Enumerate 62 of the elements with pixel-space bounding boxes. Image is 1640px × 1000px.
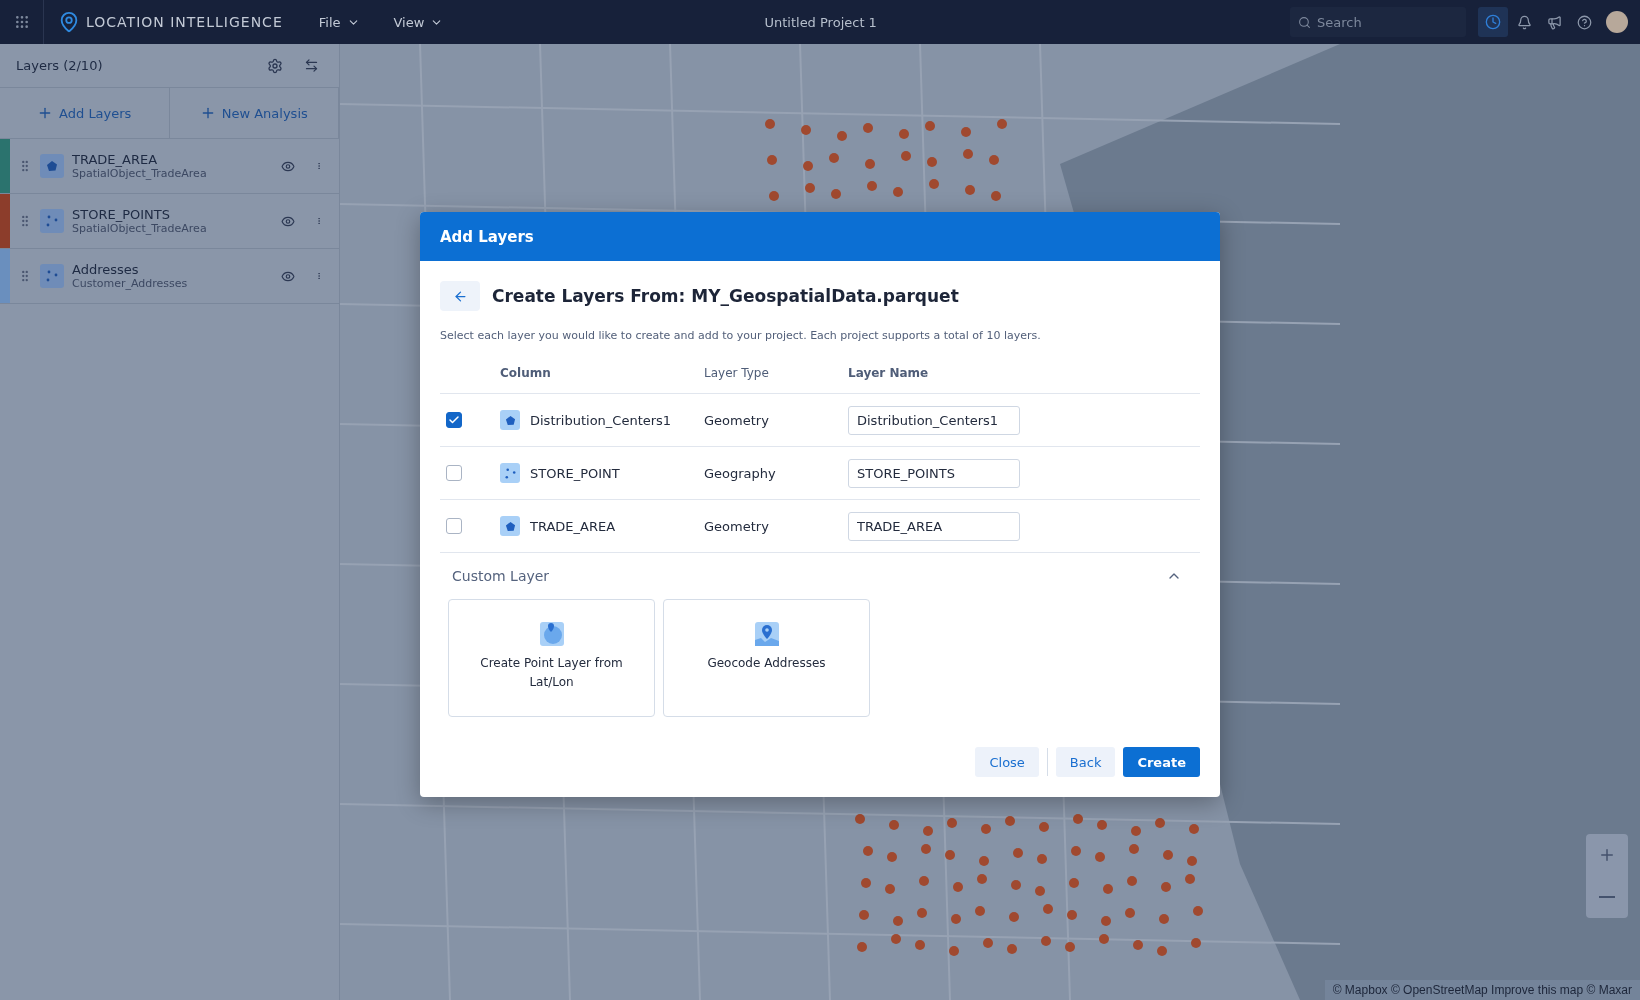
dialog-button[interactable]: Back	[1055, 747, 1116, 777]
table-cell-text: Geometry	[704, 518, 770, 534]
row-checkbox[interactable]	[446, 412, 462, 428]
map-pin-logo-icon	[58, 11, 80, 33]
back-arrow-button[interactable]	[440, 281, 480, 311]
add-action-button[interactable]: Add Layers	[0, 88, 170, 138]
bell-icon	[1516, 14, 1532, 30]
layer-source: SpatialObject_TradeArea	[72, 167, 208, 180]
points-icon	[45, 269, 59, 283]
table-cell-text: Geography	[704, 465, 777, 481]
layer-name: STORE_POINTS	[72, 207, 171, 222]
dialog-heading: Create Layers From: MY_GeospatialData.parquet	[492, 286, 959, 306]
help-icon	[1576, 14, 1592, 30]
plus-icon	[1598, 846, 1616, 864]
layer-name: TRADE_AREA	[72, 152, 159, 167]
layer-name: Addresses	[72, 262, 140, 277]
grid-icon	[13, 14, 30, 30]
table-cell: TRADE_AREA	[530, 518, 616, 534]
column-header: Column	[500, 365, 552, 380]
menu-button[interactable]: File	[312, 13, 366, 31]
points-icon	[45, 214, 59, 228]
layer-item[interactable]: TRADE_AREA SpatialObject_TradeArea	[0, 139, 339, 194]
map-attribution: © Mapbox © OpenStreetMap Improve this map © Maxar	[1324, 980, 1640, 1000]
row-checkbox[interactable]	[446, 465, 462, 481]
column-header: Layer Type	[704, 365, 770, 380]
menu-button[interactable]: View	[387, 13, 450, 31]
clock-button[interactable]	[1478, 7, 1508, 37]
left-right-arrows-icon	[303, 58, 319, 73]
layer-source: SpatialObject_TradeArea	[72, 222, 208, 235]
section-title: Custom Layer	[452, 568, 550, 584]
settings-icon	[267, 57, 283, 74]
layer-name-field[interactable]: Distribution_Centers1	[848, 405, 1020, 435]
dialog-button[interactable]: Create	[1123, 747, 1200, 777]
column-header: Layer Name	[848, 365, 930, 380]
check-icon	[448, 414, 460, 426]
minus-icon	[1599, 896, 1615, 898]
dialog-title: Add Layers	[420, 212, 1220, 261]
table-cell-text: Geometry	[704, 412, 770, 428]
custom-layer-option[interactable]: Create Point Layer from Lat/Lon	[448, 599, 655, 717]
search-field[interactable]: Search	[1290, 7, 1466, 37]
dialog-button[interactable]: Close	[975, 747, 1039, 777]
table-cell: STORE_POINT	[530, 465, 620, 481]
layer-name-field[interactable]: STORE_POINTS	[848, 458, 1020, 488]
layer-source: Customer_Addresses	[72, 277, 189, 290]
project-title: Untitled Project 1	[763, 14, 878, 30]
custom-layer-option[interactable]: Geocode Addresses	[663, 599, 870, 717]
search-icon	[1298, 16, 1311, 29]
megaphone-icon	[1546, 14, 1562, 30]
panel-title: Layers (2/10)	[16, 58, 104, 73]
globe-pin-icon	[539, 622, 564, 646]
dialog-description: Select each layer you would like to create and add to your project. Each project supports a total of 10 layers.	[440, 329, 1042, 342]
user-avatar[interactable]	[1606, 11, 1628, 33]
clock-icon	[1485, 14, 1501, 30]
row-checkbox[interactable]	[446, 518, 462, 534]
table-cell: Distribution_Centers1	[530, 412, 672, 428]
layer-item[interactable]: STORE_POINTS SpatialObject_TradeArea	[0, 194, 339, 249]
add-action-button[interactable]: New Analysis	[169, 88, 339, 138]
polygon-icon	[46, 160, 58, 172]
layer-name-field[interactable]: TRADE_AREA	[848, 511, 1020, 541]
map-pin-icon	[754, 622, 779, 646]
layer-item[interactable]: Addresses Customer_Addresses	[0, 249, 339, 304]
app-title: LOCATION INTELLIGENCE	[86, 14, 283, 30]
